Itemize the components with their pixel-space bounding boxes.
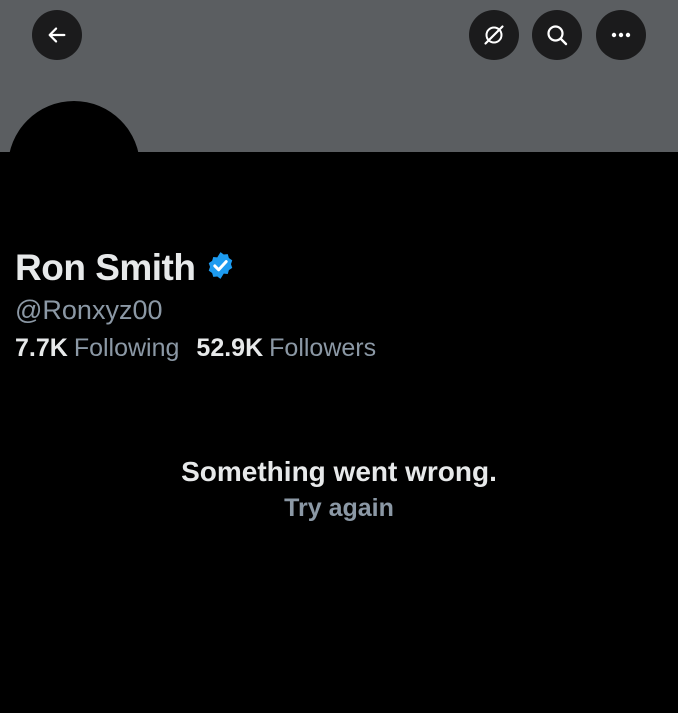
followers-count: 52.9K (196, 334, 264, 362)
followers-label: Followers (269, 334, 377, 362)
profile-stats: 7.7K Following 52.9K Followers (15, 332, 393, 364)
search-button[interactable] (532, 10, 582, 60)
following-label: Following (73, 334, 180, 362)
avatar[interactable] (8, 101, 140, 233)
try-again-button[interactable]: Try again (284, 491, 394, 525)
following-count: 7.7K (15, 334, 68, 362)
followers-link[interactable]: 52.9K Followers (196, 332, 376, 364)
username-handle: @Ronxyz00 (15, 295, 163, 325)
profile-page: Ron Smith @Ronxyz00 7.7K Following 52.9K… (0, 0, 678, 713)
arrow-left-icon (46, 24, 68, 46)
ellipsis-icon (609, 23, 633, 47)
grok-button[interactable] (469, 10, 519, 60)
following-link[interactable]: 7.7K Following (15, 332, 179, 364)
name-row: Ron Smith (15, 246, 236, 290)
verified-badge-icon[interactable] (205, 250, 236, 286)
back-button[interactable] (32, 10, 82, 60)
error-message-block: Something went wrong. Try again (0, 453, 678, 525)
search-icon (545, 23, 569, 47)
more-options-button[interactable] (596, 10, 646, 60)
display-name: Ron Smith (15, 247, 196, 288)
grok-icon (482, 23, 506, 47)
error-message: Something went wrong. (181, 456, 497, 487)
